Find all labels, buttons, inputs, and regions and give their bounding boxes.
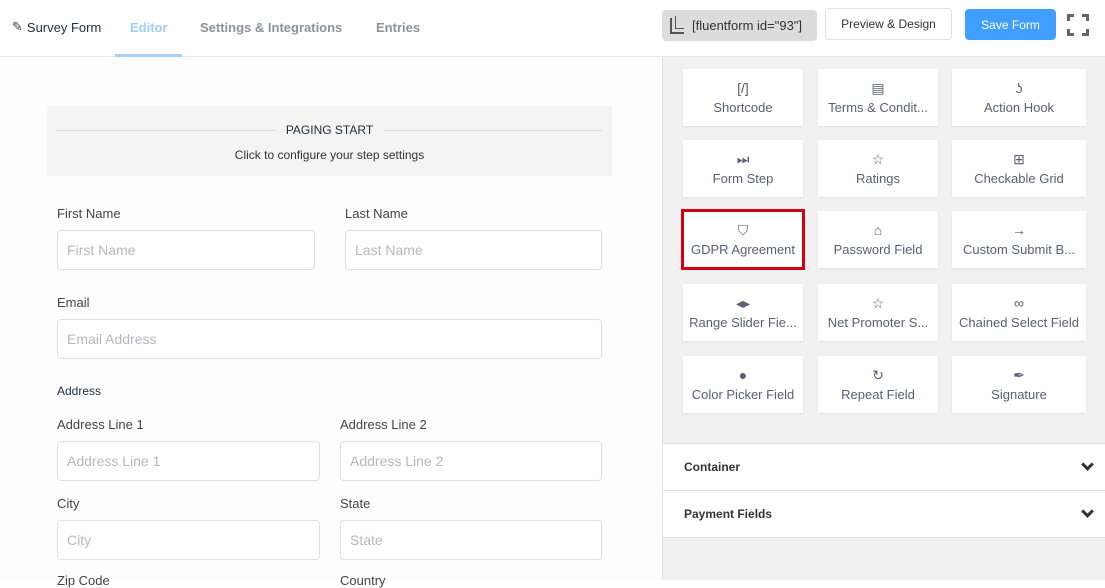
address-heading: Address: [57, 384, 102, 398]
email-input[interactable]: [57, 319, 602, 359]
range-icon: ◂▸: [735, 295, 751, 311]
section-container-label: Container: [684, 460, 741, 474]
field-card-action-hook[interactable]: ʖ Action Hook: [952, 69, 1086, 126]
zip-code-label: Zip Code: [57, 573, 110, 588]
field-card-password-field[interactable]: ⌂ Password Field: [818, 211, 938, 268]
paging-start-block[interactable]: PAGING START Click to configure your ste…: [47, 106, 612, 176]
document-icon: ▤: [871, 80, 885, 96]
field-card-label: Shortcode: [713, 100, 773, 115]
field-card-label: GDPR Agreement: [690, 242, 796, 257]
pencil-icon: ✎: [12, 19, 23, 34]
tab-editor[interactable]: Editor: [130, 20, 168, 35]
step-forward-icon: ⏭: [736, 151, 750, 167]
form-title[interactable]: ✎ Survey Form: [12, 19, 101, 35]
field-card-signature[interactable]: ✒ Signature: [952, 356, 1086, 413]
field-card-chained-select-field[interactable]: ∞ Chained Select Field: [952, 284, 1086, 341]
field-card-label: Chained Select Field: [959, 315, 1079, 330]
star-icon: ☆: [871, 295, 885, 311]
form-editor: PAGING START Click to configure your ste…: [0, 57, 662, 588]
field-card-custom-submit-b[interactable]: → Custom Submit B...: [952, 211, 1086, 268]
field-card-shortcode[interactable]: [/] Shortcode: [683, 69, 803, 126]
field-card-repeat-field[interactable]: ↻ Repeat Field: [818, 356, 938, 413]
address-line-1-input[interactable]: [57, 441, 320, 481]
shortcode-copy-button[interactable]: [fluentform id="93"]: [662, 10, 817, 41]
arrow-right-icon: →: [1012, 222, 1026, 238]
last-name-label: Last Name: [345, 206, 408, 221]
country-label: Country: [340, 573, 386, 588]
link-icon: ∞: [1014, 295, 1024, 311]
field-card-label: Password Field: [833, 242, 923, 257]
star-icon: ☆: [871, 151, 885, 167]
paging-title: PAGING START: [275, 123, 384, 137]
field-card-label: Color Picker Field: [691, 387, 795, 402]
tab-entries[interactable]: Entries: [376, 20, 420, 35]
field-card-gdpr-agreement[interactable]: ⛉ GDPR Agreement: [681, 209, 805, 270]
address-line-1-label: Address Line 1: [57, 417, 144, 432]
shortcode-text: [fluentform id="93"]: [692, 18, 803, 33]
state-input[interactable]: [340, 520, 602, 560]
field-card-label: Signature: [991, 387, 1047, 402]
repeat-icon: ↻: [872, 367, 884, 383]
field-card-form-step[interactable]: ⏭ Form Step: [683, 140, 803, 197]
field-card-label: Net Promoter S...: [827, 315, 929, 330]
last-name-input[interactable]: [345, 230, 602, 270]
form-name: Survey Form: [26, 19, 102, 35]
chevron-down-icon: [1081, 505, 1094, 518]
section-container[interactable]: Container: [663, 443, 1105, 490]
section-payment-fields[interactable]: Payment Fields: [663, 490, 1105, 537]
copy-icon: [670, 15, 684, 34]
address-line-2-input[interactable]: [340, 441, 602, 481]
first-name-label: First Name: [57, 206, 121, 221]
preview-design-button[interactable]: Preview & Design: [825, 8, 952, 40]
hook-icon: ʖ: [1015, 80, 1023, 96]
field-card-label: Custom Submit B...: [963, 242, 1075, 257]
field-card-label: Repeat Field: [841, 387, 915, 402]
field-card-terms-condit[interactable]: ▤ Terms & Condit...: [818, 69, 938, 126]
drop-icon: ●: [738, 367, 748, 383]
chevron-down-icon: [1081, 458, 1094, 471]
state-label: State: [340, 496, 371, 511]
field-card-range-slider-fie[interactable]: ◂▸ Range Slider Fie...: [683, 284, 803, 341]
lock-icon: ⌂: [873, 222, 883, 238]
field-card-label: Action Hook: [983, 100, 1055, 115]
field-card-ratings[interactable]: ☆ Ratings: [818, 140, 938, 197]
fullscreen-icon[interactable]: [1067, 14, 1089, 36]
top-bar: ✎ Survey Form Editor Settings & Integrat…: [0, 0, 1105, 57]
save-form-button[interactable]: Save Form: [965, 9, 1056, 40]
first-name-input[interactable]: [57, 230, 315, 270]
shield-icon: ⛉: [737, 222, 749, 238]
field-card-label: Checkable Grid: [974, 171, 1064, 186]
field-card-color-picker-field[interactable]: ● Color Picker Field: [683, 356, 803, 413]
field-card-label: Terms & Condit...: [828, 100, 928, 115]
shortcode-icon: [/]: [737, 80, 749, 96]
field-card-net-promoter-s[interactable]: ☆ Net Promoter S...: [818, 284, 938, 341]
field-card-label: Ratings: [855, 171, 901, 186]
tab-settings-integrations[interactable]: Settings & Integrations: [200, 20, 342, 35]
field-palette-sidebar: [/] Shortcode ▤ Terms & Condit... ʖ Action Ho…: [662, 57, 1105, 580]
divider: [663, 537, 1105, 538]
field-card-label: Range Slider Fie...: [689, 315, 797, 330]
address-line-2-label: Address Line 2: [340, 417, 427, 432]
quill-icon: ✒: [1013, 367, 1025, 383]
city-label: City: [57, 496, 80, 511]
grid-check-icon: ⊞: [1013, 151, 1025, 167]
city-input[interactable]: [57, 520, 320, 560]
paging-subtitle: Click to configure your step settings: [234, 148, 425, 162]
field-card-checkable-grid[interactable]: ⊞ Checkable Grid: [952, 140, 1086, 197]
email-label: Email: [57, 295, 90, 310]
section-payment-fields-label: Payment Fields: [684, 507, 773, 521]
field-card-label: Form Step: [712, 171, 774, 186]
